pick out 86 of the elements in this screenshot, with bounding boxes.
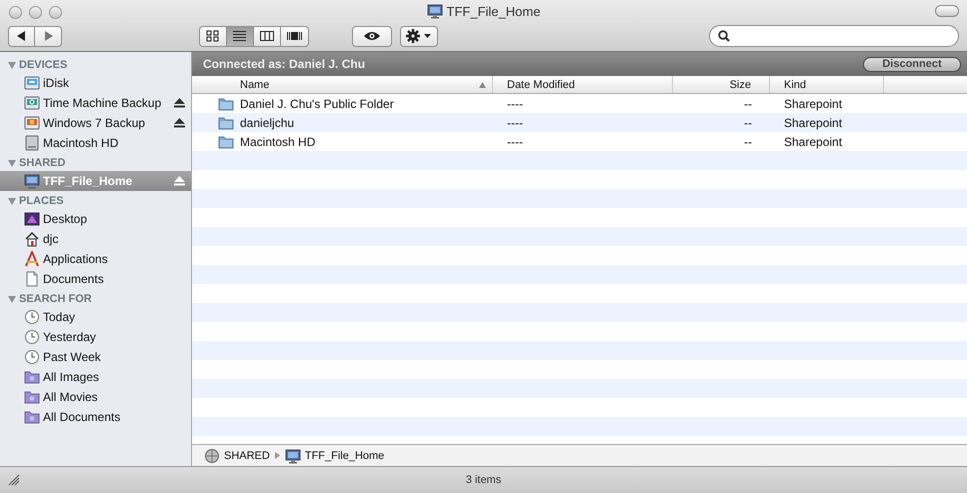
section-heading: DEVICES bbox=[19, 59, 68, 71]
section-heading: SHARED bbox=[19, 157, 66, 169]
column-header[interactable]: Name bbox=[192, 76, 493, 93]
path-item[interactable]: SHARED bbox=[204, 448, 270, 464]
table-row[interactable]: Macintosh HD ---- -- Sharepoint bbox=[192, 132, 967, 151]
section-heading: SEARCH FOR bbox=[19, 293, 92, 305]
forward-icon bbox=[44, 31, 52, 41]
table-row[interactable]: danieljchu ---- -- Sharepoint bbox=[192, 113, 967, 132]
folder-icon bbox=[218, 134, 234, 150]
column-header[interactable]: Kind bbox=[770, 76, 884, 93]
cover-flow-icon bbox=[287, 30, 302, 42]
item-count: 3 items bbox=[466, 474, 502, 486]
sidebar-item[interactable]: Documents bbox=[0, 269, 191, 289]
eject-icon[interactable] bbox=[174, 98, 185, 108]
monitor-icon bbox=[426, 3, 443, 19]
connection-status: Connected as: Daniel J. Chu bbox=[203, 57, 366, 71]
smart-folder-icon bbox=[24, 409, 40, 425]
path-item[interactable]: TFF_File_Home bbox=[284, 448, 384, 464]
table-cell: Macintosh HD bbox=[192, 134, 493, 150]
resize-handle-icon bbox=[7, 473, 21, 487]
sidebar-item[interactable]: All Images bbox=[0, 367, 191, 387]
table-cell-text: Sharepoint bbox=[783, 116, 844, 130]
disclosure-triangle-icon[interactable] bbox=[8, 296, 16, 302]
sidebar-item[interactable]: Time Machine Backup bbox=[0, 93, 191, 113]
search-icon bbox=[718, 30, 730, 42]
sidebar-item[interactable]: Yesterday bbox=[0, 327, 191, 347]
view-switcher[interactable] bbox=[199, 26, 309, 46]
monitor-icon bbox=[24, 173, 40, 189]
sidebar-item[interactable]: iDisk bbox=[0, 73, 191, 93]
eject-icon[interactable] bbox=[174, 118, 185, 128]
table-row[interactable]: Daniel J. Chu's Public Folder ---- -- Sharepoint bbox=[192, 94, 967, 113]
table-cell: danieljchu bbox=[192, 114, 493, 130]
navigation-buttons[interactable] bbox=[8, 26, 62, 46]
section-heading: PLACES bbox=[19, 195, 64, 207]
column-header[interactable]: Date Modified bbox=[493, 76, 673, 93]
sidebar-item[interactable]: Macintosh HD bbox=[0, 133, 191, 153]
sidebar-item[interactable]: All Documents bbox=[0, 407, 191, 427]
search-field[interactable] bbox=[709, 25, 959, 47]
table-cell-text: -- bbox=[743, 134, 753, 148]
folder-icon bbox=[218, 114, 234, 130]
action-menu-button[interactable] bbox=[400, 26, 438, 46]
drive-icon bbox=[24, 95, 40, 111]
list-view-button[interactable] bbox=[227, 26, 254, 46]
eye-icon bbox=[363, 30, 381, 42]
clock-icon bbox=[24, 349, 40, 365]
smart-folder-icon bbox=[24, 369, 40, 385]
table-cell-text: ---- bbox=[506, 134, 524, 148]
toolbar-toggle-button[interactable] bbox=[935, 5, 959, 17]
sidebar-item[interactable]: Today bbox=[0, 307, 191, 327]
table-cell-text: Sharepoint bbox=[783, 96, 844, 110]
sidebar-item[interactable]: Applications bbox=[0, 249, 191, 269]
window-title: TFF_File_Home bbox=[446, 4, 540, 18]
disconnect-button[interactable]: Disconnect bbox=[863, 56, 961, 72]
pencil-ruler-icon bbox=[24, 251, 40, 267]
sidebar-item[interactable]: Past Week bbox=[0, 347, 191, 367]
grid-icon bbox=[206, 30, 220, 42]
table-cell: Daniel J. Chu's Public Folder bbox=[192, 96, 493, 112]
table-cell-text: Sharepoint bbox=[783, 134, 844, 148]
table-cell-text: ---- bbox=[506, 96, 524, 110]
monitor-icon bbox=[284, 448, 301, 464]
sidebar-item[interactable]: All Movies bbox=[0, 387, 191, 407]
sidebar-item[interactable]: Desktop bbox=[0, 209, 191, 229]
disclosure-triangle-icon[interactable] bbox=[8, 160, 16, 166]
path-separator-icon bbox=[274, 452, 280, 459]
globe-icon bbox=[204, 448, 220, 464]
columns-icon bbox=[260, 30, 274, 42]
list-icon bbox=[232, 30, 248, 42]
folder-icon bbox=[218, 96, 234, 112]
disclosure-triangle-icon[interactable] bbox=[8, 198, 16, 204]
table-cell-text: ---- bbox=[506, 116, 524, 130]
quick-look-button[interactable] bbox=[352, 26, 392, 46]
table-cell-text: -- bbox=[743, 96, 753, 110]
desktop-icon bbox=[24, 211, 40, 227]
document-icon bbox=[24, 271, 40, 287]
column-header[interactable]: Size bbox=[673, 76, 770, 93]
back-icon bbox=[17, 31, 26, 41]
gear-icon bbox=[406, 29, 432, 43]
clock-icon bbox=[24, 329, 40, 345]
smart-folder-icon bbox=[24, 389, 40, 405]
clock-icon bbox=[24, 309, 40, 325]
drive-icon bbox=[24, 115, 40, 131]
table-cell-text: -- bbox=[743, 116, 753, 130]
sidebar-item[interactable]: Windows 7 Backup bbox=[0, 113, 191, 133]
sidebar-item[interactable]: djc bbox=[0, 229, 191, 249]
house-icon bbox=[24, 231, 40, 247]
disclosure-triangle-icon[interactable] bbox=[8, 62, 16, 68]
